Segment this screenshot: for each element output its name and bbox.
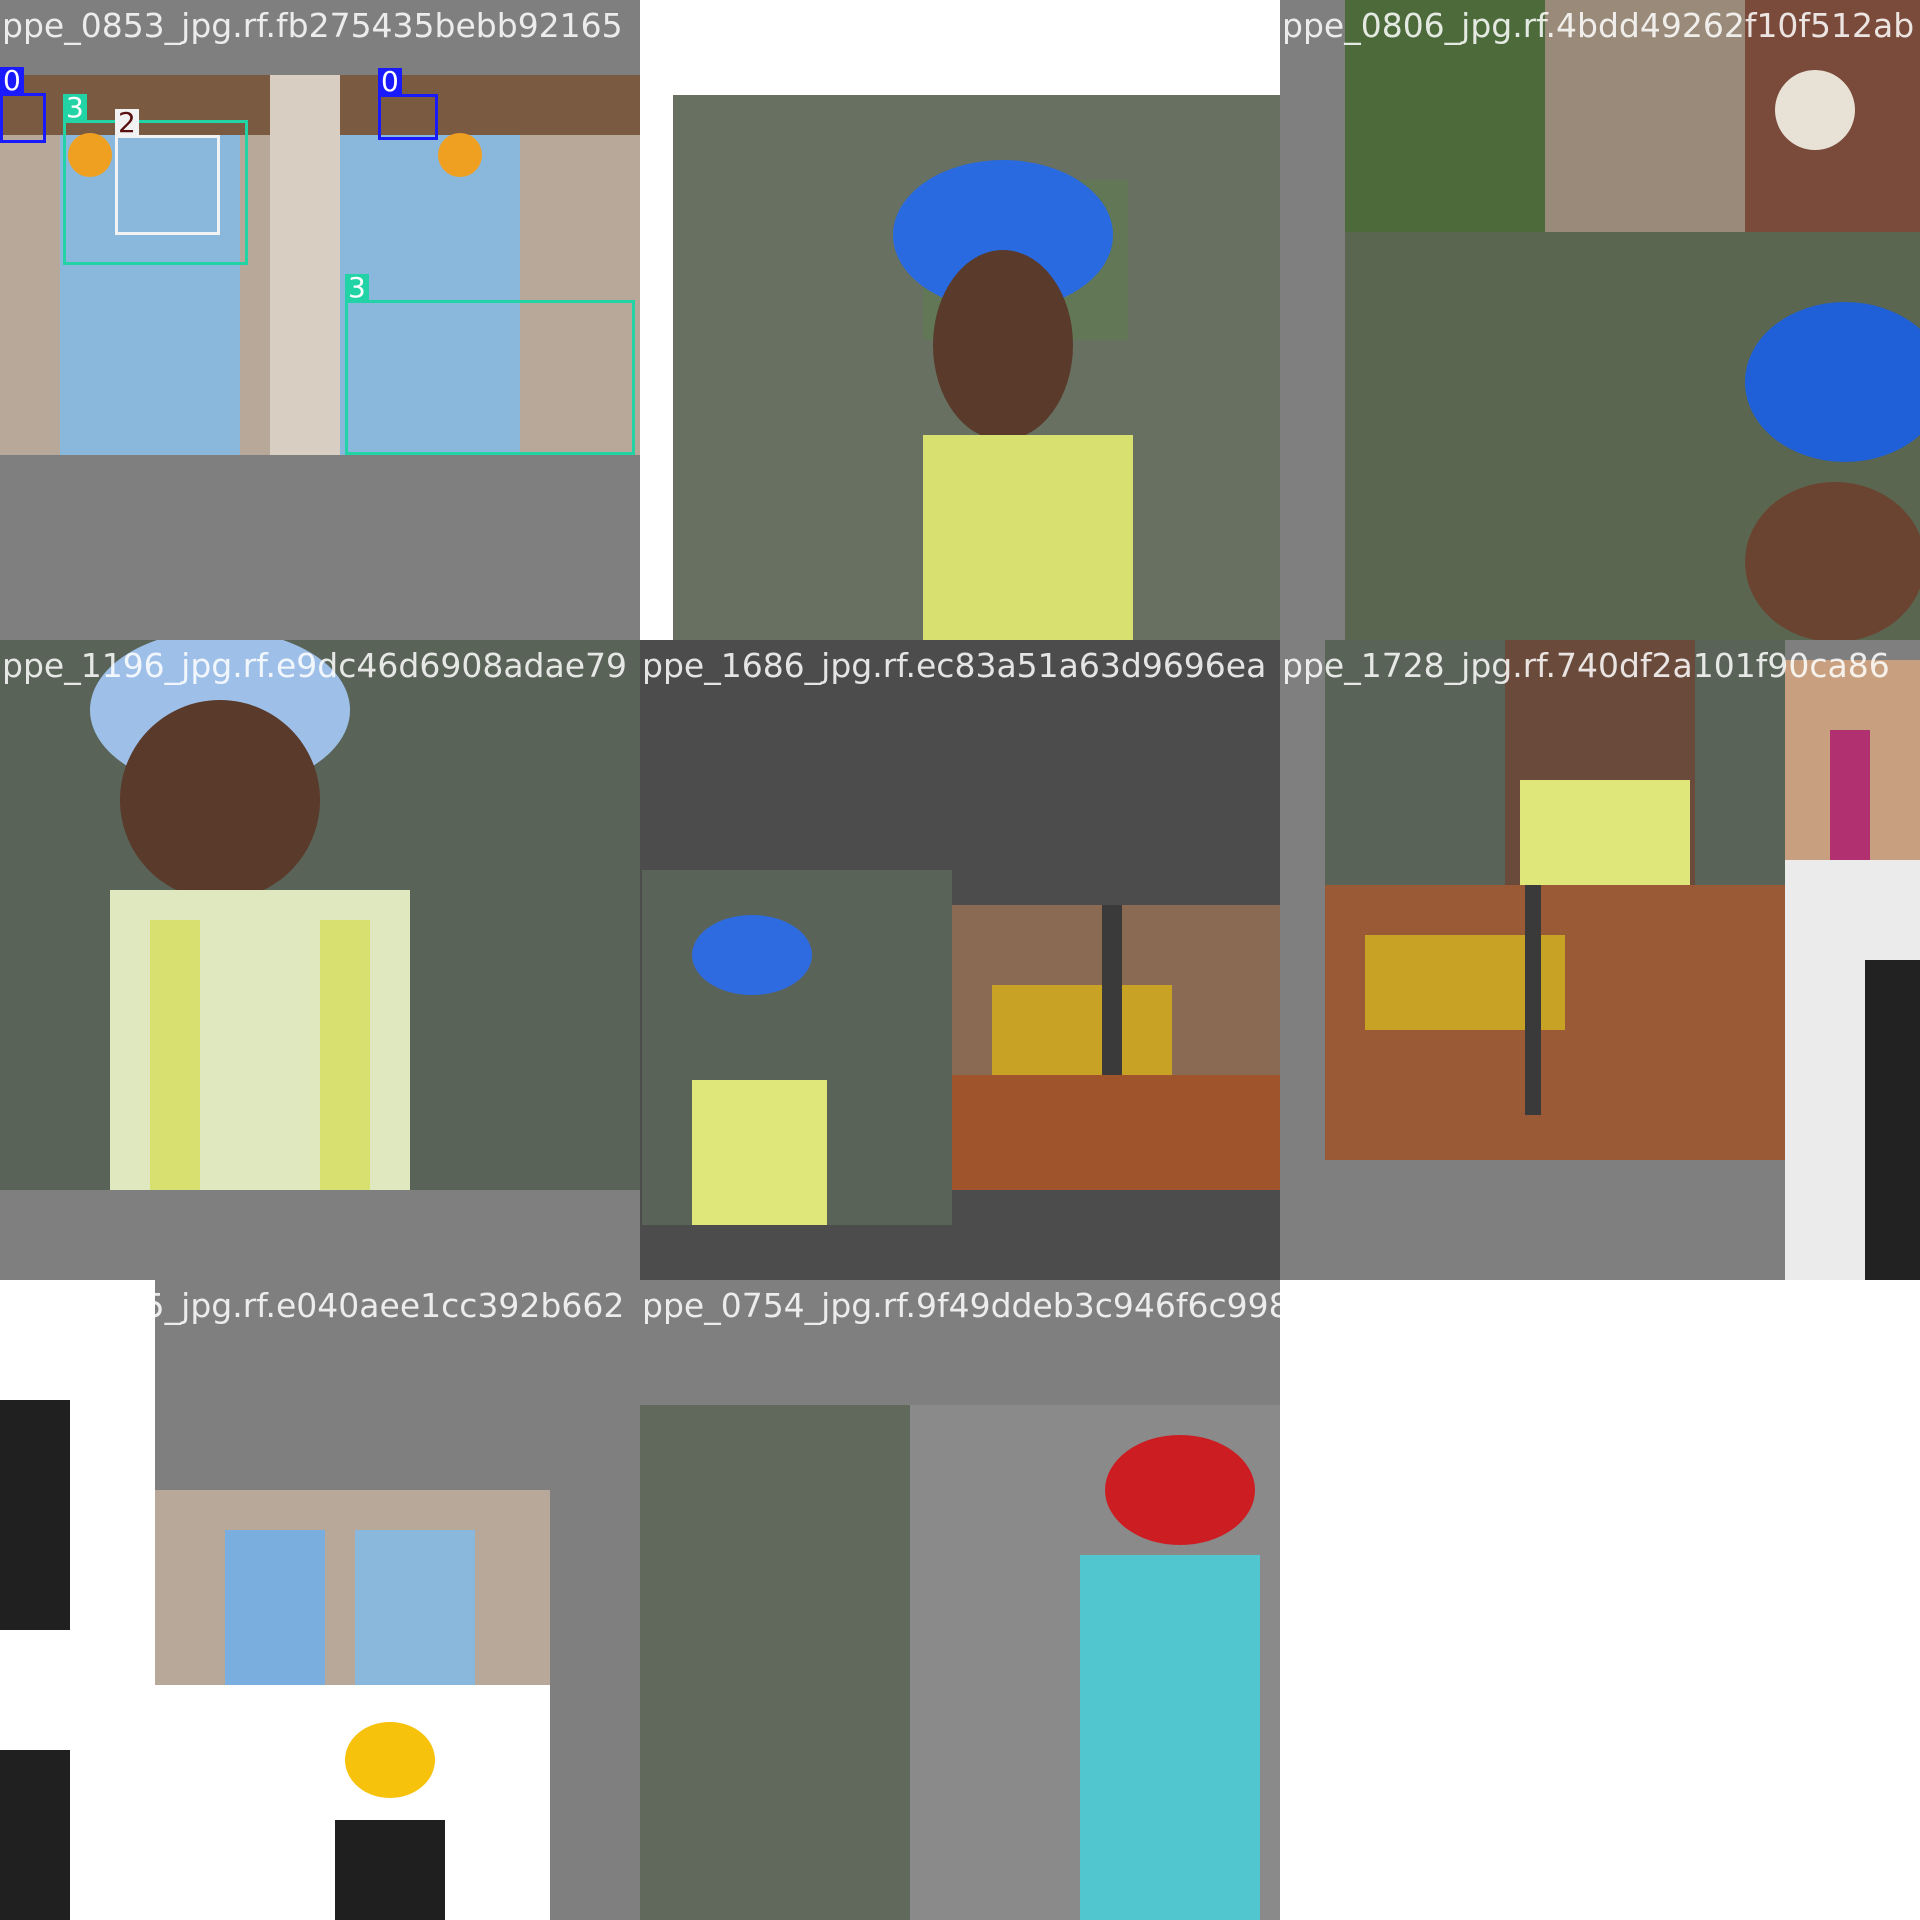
tile-title: ppe_0285_jpg.rf.e040aee1cc392b662: [2, 1286, 625, 1325]
mosaic-grid: 0 3 2 3 0 ppe_0853_jpg.rf.fb275435bebb92…: [0, 0, 1920, 1920]
tile-title: ppe_0853_jpg.rf.fb275435bebb92165: [2, 6, 623, 45]
street-photo: [1785, 660, 1920, 1280]
worker-photo: [673, 95, 1280, 640]
class-label: 3: [63, 94, 87, 122]
tile-title: ppe_1728_jpg.rf.740df2a101f90ca86: [1282, 646, 1890, 685]
bbox-helmet: 0: [378, 68, 438, 140]
tile-mid-middle: ppe_1686_jpg.rf.ec83a51a63d9696ea: [640, 640, 1280, 1280]
worker-photo: [642, 870, 952, 1225]
worker-photo: [910, 1405, 1280, 1920]
tile-title: ppe_1686_jpg.rf.ec83a51a63d9696ea: [642, 646, 1267, 685]
worker-photo: [0, 640, 640, 1190]
class-label: 3: [345, 274, 369, 302]
bbox-person: 3: [345, 274, 635, 455]
tile-title: ppe_1196_jpg.rf.e9dc46d6908adae79: [2, 646, 628, 685]
tile-bottom-left: ppe_0285_jpg.rf.e040aee1cc392b662: [0, 1280, 640, 1920]
tile-title: ppe_1026_jpg.rf.338ee2d183f0da324: [642, 6, 1262, 45]
class-label: 0: [378, 68, 402, 96]
bbox-helmet: 0: [0, 67, 46, 143]
tile-top-middle: ppe_1026_jpg.rf.338ee2d183f0da324: [640, 0, 1280, 640]
tile-title: ppe_0754_jpg.rf.9f49ddeb3c946f6c998f7e2: [642, 1286, 1280, 1325]
tile-top-right: ppe_0806_jpg.rf.4bdd49262f10f512ab: [1280, 0, 1920, 640]
construction-site-photo: [1325, 885, 1785, 1160]
bbox-clothing: 2: [115, 109, 220, 235]
tile-bottom-middle: ppe_0754_jpg.rf.9f49ddeb3c946f6c998f7e2: [640, 1280, 1280, 1920]
tile-mid-left: ppe_1196_jpg.rf.e9dc46d6908adae79: [0, 640, 640, 1280]
worker-photo: [640, 1405, 910, 1920]
tile-title: ppe_0806_jpg.rf.4bdd49262f10f512ab: [1282, 6, 1915, 45]
class-label: 0: [0, 67, 24, 95]
tile-bottom-right: [1280, 1280, 1920, 1920]
worker-photo: [155, 1685, 550, 1920]
tile-top-left: 0 3 2 3 0 ppe_0853_jpg.rf.fb275435bebb92…: [0, 0, 640, 640]
worker-photo: [155, 1490, 550, 1685]
class-label: 2: [115, 109, 139, 137]
tile-mid-right: ppe_1728_jpg.rf.740df2a101f90ca86: [1280, 640, 1920, 1280]
construction-site-photo: [952, 905, 1280, 1190]
worker-photo: [1345, 232, 1920, 640]
worker-photo: [0, 1280, 155, 1920]
